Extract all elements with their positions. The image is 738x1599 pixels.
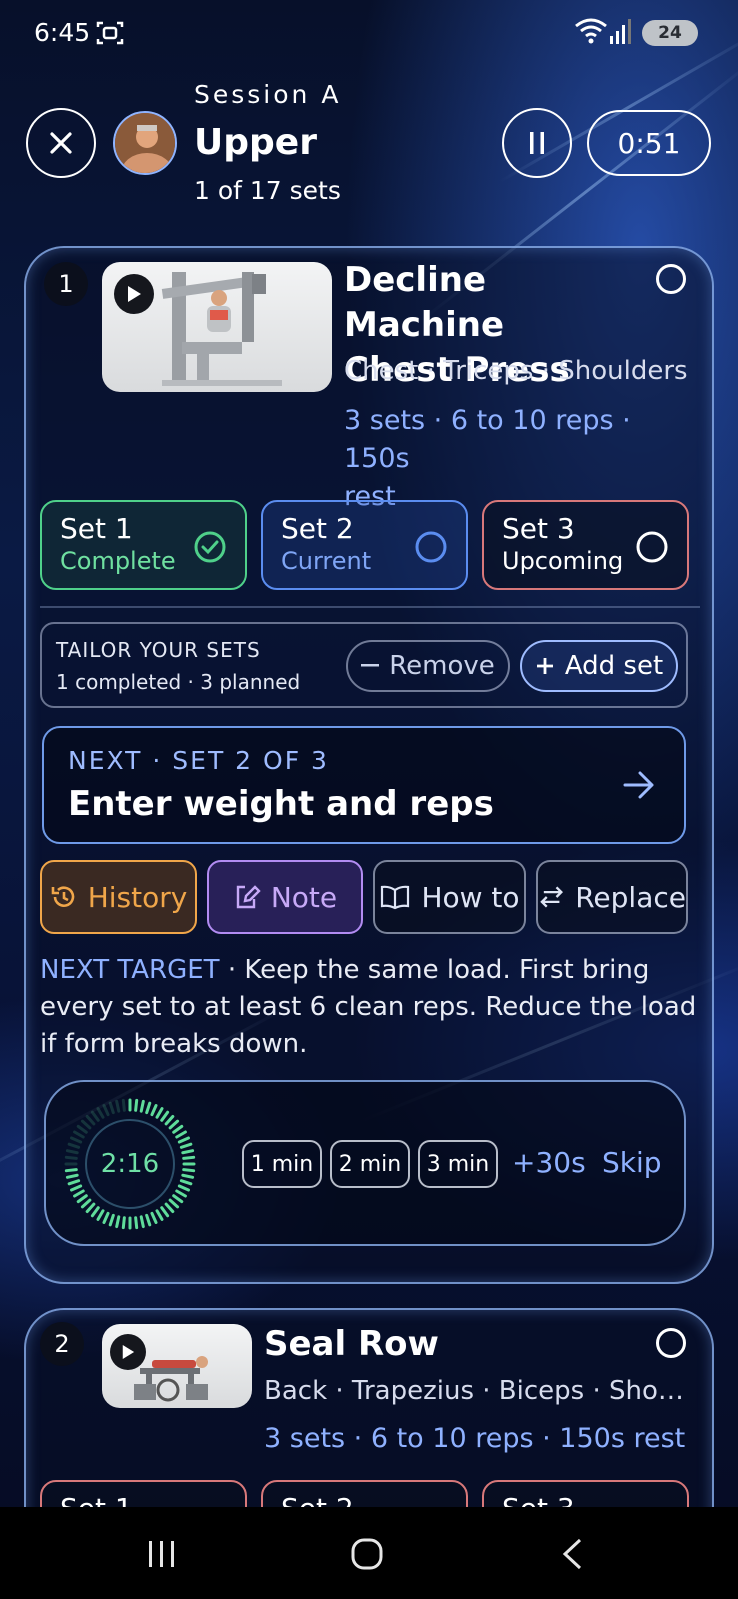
recent-apps-icon — [149, 1541, 174, 1567]
circle-icon — [415, 531, 447, 563]
set-chip-3[interactable]: Set 3 Upcoming — [482, 500, 689, 590]
remove-set-button[interactable]: Remove — [346, 640, 510, 692]
circle-icon — [636, 531, 668, 563]
next-set-entry[interactable]: NEXT · SET 2 OF 3 Enter weight and reps — [42, 726, 686, 844]
rest-skip-button[interactable]: Skip — [602, 1146, 662, 1179]
exercise-thumbnail[interactable] — [102, 262, 332, 392]
play-icon — [128, 286, 141, 302]
close-icon — [50, 132, 72, 154]
exercise-complete-radio[interactable] — [656, 264, 686, 294]
home-button[interactable] — [350, 1537, 384, 1575]
exercise-muscles: Back · Trapezius · Biceps · Shoulders — [264, 1376, 696, 1406]
exercise-scheme: 3 sets · 6 to 10 reps · 150s rest — [344, 402, 694, 516]
avatar — [113, 111, 177, 175]
back-button[interactable] — [560, 1537, 584, 1575]
exercise-scheme-line1: 3 sets · 6 to 10 reps · 150s — [344, 405, 631, 474]
exercise-scheme: 3 sets · 6 to 10 reps · 150s rest — [264, 1423, 686, 1454]
session-name: Upper — [194, 122, 317, 163]
rest-remaining: 2:16 — [100, 1149, 160, 1179]
how-to-button[interactable]: How to — [373, 860, 526, 934]
minus-icon — [361, 664, 380, 667]
play-video-button[interactable] — [110, 1334, 146, 1370]
play-icon — [122, 1345, 135, 1359]
back-icon — [562, 1538, 582, 1570]
status-time: 6:45 — [34, 18, 91, 47]
exercise-number: 1 — [44, 262, 88, 306]
exercise-complete-radio[interactable] — [656, 1328, 686, 1358]
system-nav-bar — [0, 1507, 738, 1599]
arrow-right-icon — [623, 771, 654, 799]
plus-icon — [536, 658, 553, 674]
battery-indicator: 24 — [642, 20, 698, 46]
signal-icon — [608, 16, 636, 50]
history-icon — [51, 886, 74, 907]
screenshot-icon — [96, 20, 124, 50]
remove-set-label: Remove — [389, 651, 495, 681]
next-heading: NEXT · SET 2 OF 3 — [68, 746, 329, 775]
swap-icon — [540, 886, 563, 908]
recent-apps-button[interactable] — [146, 1539, 178, 1573]
book-icon — [381, 885, 410, 910]
close-button[interactable] — [26, 108, 96, 178]
tailor-sets-panel: TAILOR YOUR SETS 1 completed · 3 planned… — [40, 622, 688, 708]
rest-1-min-button[interactable]: 1 min — [242, 1140, 322, 1188]
tailor-heading: TAILOR YOUR SETS — [56, 638, 261, 662]
tailor-summary: 1 completed · 3 planned — [56, 670, 301, 694]
play-video-button[interactable] — [114, 274, 154, 314]
rest-3-min-button[interactable]: 3 min — [418, 1140, 498, 1188]
rest-timer-panel: 2:16 1 min 2 min 3 min +30s Skip — [44, 1080, 686, 1246]
history-label: History — [87, 880, 188, 914]
exercise-thumbnail[interactable] — [102, 1324, 252, 1408]
replace-label: Replace — [575, 880, 686, 914]
next-text: Enter weight and reps — [68, 784, 494, 824]
note-button[interactable]: Note — [207, 860, 363, 934]
pause-icon — [530, 132, 544, 154]
replace-button[interactable]: Replace — [536, 860, 688, 934]
pause-button[interactable] — [502, 108, 572, 178]
rest-add-30s-button[interactable]: +30s — [512, 1146, 586, 1179]
edit-note-icon — [236, 885, 261, 909]
note-label: Note — [270, 880, 338, 914]
add-set-label: Add set — [564, 651, 664, 681]
status-bar: 6:45 24 — [0, 0, 738, 66]
next-target-label: NEXT TARGET — [40, 955, 220, 985]
session-label: Session A — [194, 80, 342, 109]
exercise-muscles: Chest · Triceps · Shoulders — [344, 356, 688, 386]
history-button[interactable]: History — [40, 860, 197, 934]
add-set-button[interactable]: Add set — [520, 640, 678, 692]
check-circle-icon — [194, 531, 226, 563]
home-icon — [351, 1538, 383, 1570]
exercise-card: 1 Decline Machine Chest Press Chest · Tr… — [24, 246, 714, 1284]
set-chip-2[interactable]: Set 2 Current — [261, 500, 468, 590]
wifi-icon — [574, 16, 608, 50]
exercise-title-line1: Decline Machine — [344, 260, 505, 345]
rest-2-min-button[interactable]: 2 min — [330, 1140, 410, 1188]
session-progress: 1 of 17 sets — [194, 176, 341, 205]
session-timer[interactable]: 0:51 — [587, 110, 711, 176]
next-target-text: NEXT TARGET · Keep the same load. First … — [40, 952, 700, 1063]
exercise-number: 2 — [40, 1322, 84, 1366]
how-to-label: How to — [421, 880, 520, 914]
exercise-title: Seal Row — [264, 1324, 439, 1364]
divider — [40, 606, 700, 608]
set-chip-1[interactable]: Set 1 Complete — [40, 500, 247, 590]
